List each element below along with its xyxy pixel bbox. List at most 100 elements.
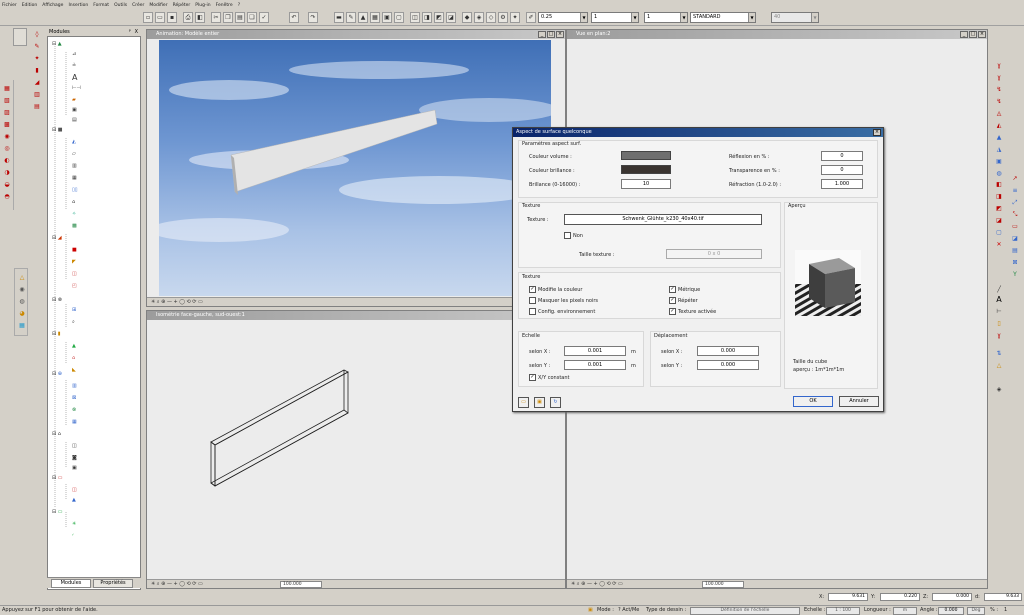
tool-icon[interactable]: ɣ [994,331,1004,340]
screen-icon[interactable]: ▢ [394,12,404,23]
view-3-icon[interactable]: ◩ [434,12,444,23]
text-icon[interactable]: A [994,295,1004,304]
tree-item-measure[interactable]: ⊢⊣ [72,85,81,91]
tool-icon[interactable]: ▦ [2,84,12,93]
echelle-y-input[interactable]: 0.001 [564,360,626,370]
tree-node-global[interactable]: ⊟ ⊕ [52,371,62,377]
tree-item-photo[interactable]: ▣ [72,465,77,471]
close-icon[interactable]: × [556,31,564,38]
echelle-status-value[interactable]: 1 : 100 [826,607,860,615]
tree-item-level[interactable]: ≟ [72,63,76,69]
tool-icon[interactable]: ◢ [32,78,42,87]
floating-toolbar[interactable] [13,28,27,46]
tree-item-stair[interactable]: ◣ [72,367,76,373]
menu-fenetre[interactable]: Fenêtre [216,3,233,8]
menu-format[interactable]: Format [93,3,109,8]
tree-item-search[interactable]: ⌕ [72,319,75,325]
tool-icon[interactable]: ◭ [994,121,1004,130]
couleur-volume-swatch[interactable] [621,151,671,160]
copy-format-icon[interactable]: ❏ [247,12,257,23]
line-width-select[interactable]: 0.25 ▼ [538,12,588,23]
menu-help[interactable]: ? [238,3,240,8]
layer-select[interactable]: STANDARD ▼ [690,12,756,23]
tree-item-red[interactable]: ■ [72,247,77,253]
tree-item-camera[interactable]: ◙ [72,455,77,461]
tree-item-plot[interactable]: ▣ [72,107,77,113]
tree-item-table[interactable]: ▦ [72,419,77,425]
tool-icon[interactable]: ↗ [1010,174,1020,183]
paste-icon[interactable]: ▤ [235,12,245,23]
couleur-brillance-swatch[interactable] [621,165,671,174]
view-1-icon[interactable]: ◫ [410,12,420,23]
iso-zoom-field[interactable]: 100.000 [280,581,322,588]
settings-icon[interactable]: ✦ [510,12,520,23]
menu-creer[interactable]: Créer [132,3,144,8]
tree-item-window[interactable]: ▥ [72,383,77,389]
pen-select[interactable]: 1 ▼ [644,12,688,23]
copy-icon[interactable]: ❐ [223,12,233,23]
pen-icon[interactable]: ✐ [526,12,536,23]
tool-icon[interactable]: ◮ [994,145,1004,154]
save-icon[interactable]: ▣ [534,397,545,408]
menu-edition[interactable]: Edition [22,3,38,8]
tool-icon[interactable]: ◎ [2,144,12,153]
xy-constant-checkbox[interactable]: ✓ [529,374,536,381]
tool-icon[interactable]: Y [1010,270,1020,279]
animation-viewport[interactable] [159,40,551,296]
tool-icon[interactable]: ◒ [2,180,12,189]
measure-icon[interactable]: ⊢ [994,307,1004,316]
tool-icon[interactable]: ◨ [994,192,1004,201]
tool-icon[interactable]: ◬ [994,109,1004,118]
tool-icon[interactable]: ▨ [2,108,12,117]
drawing-file-icon[interactable]: ▦ [370,12,380,23]
repeter-checkbox[interactable]: ✓ [669,297,676,304]
tree-node-render[interactable]: ⊟ ⌂ [52,431,61,437]
close-icon[interactable]: × [873,129,881,136]
cancel-button[interactable]: Annuler [839,396,879,407]
tree-node-mesh[interactable]: ⊟ ⊗ [52,297,62,303]
layer-icon[interactable]: ▬ [334,12,344,23]
menu-modifier[interactable]: Modifier [149,3,167,8]
tool-icon[interactable]: ▧ [2,96,12,105]
coord-d-field[interactable]: 9.633 [984,593,1022,601]
edit-icon[interactable]: ✎ [346,12,356,23]
tree-node-web[interactable]: ⊟ ▭ [52,509,63,515]
texture-activee-checkbox[interactable]: ✓ [669,308,676,315]
reflexion-input[interactable]: 0 [821,151,863,161]
tree-item-tag[interactable]: ⌂ [72,199,75,205]
delete-icon[interactable]: ✓ [259,12,269,23]
tool-icon[interactable]: ⇅ [994,349,1004,358]
material-icon[interactable]: ◕ [17,309,27,318]
tool-icon[interactable]: ◪ [994,216,1004,225]
tree-item-wall[interactable]: ▥ [72,163,77,169]
minimize-icon[interactable]: _ [960,31,968,38]
modifie-couleur-checkbox[interactable]: ✓ [529,286,536,293]
brillance-input[interactable]: 10 [621,179,671,189]
tree-item-volume[interactable]: ◭ [72,139,76,145]
coord-y-field[interactable]: 0.220 [880,593,920,601]
tree-item-shape[interactable]: ◰ [72,283,77,289]
tree-item-terrain[interactable]: ✧ [72,211,76,217]
tree-item-doc[interactable]: ◫ [72,487,77,493]
camera-icon[interactable]: ◉ [17,285,27,294]
tool-icon[interactable]: ▮ [32,66,42,75]
plot-icon[interactable]: ▣ [382,12,392,23]
tree-item-frame[interactable]: ⊠ [72,395,76,401]
tool-icon[interactable]: ▭ [1010,222,1020,231]
menu-outils[interactable]: Outils [114,3,127,8]
render-icon[interactable]: ◍ [17,297,27,306]
tree-item-dimension[interactable]: ⊿ [72,51,76,57]
ok-button[interactable]: OK [793,396,833,407]
transparence-input[interactable]: 0 [821,165,863,175]
tool-icon[interactable]: ◉ [2,132,12,141]
refresh-icon[interactable]: ↻ [550,397,561,408]
tool-icon[interactable]: ⤡ [1010,210,1020,219]
tool-icon[interactable]: ✕ [994,240,1004,249]
tool-icon[interactable]: ◪ [1010,234,1020,243]
tool-icon[interactable]: ▣ [994,157,1004,166]
tree-item-landscape[interactable]: ▩ [72,223,77,229]
tool-icon[interactable]: ◩ [994,204,1004,213]
tool-icon[interactable]: ◓ [2,192,12,201]
view-2-icon[interactable]: ◨ [422,12,432,23]
isometric-viewport[interactable] [147,321,565,579]
